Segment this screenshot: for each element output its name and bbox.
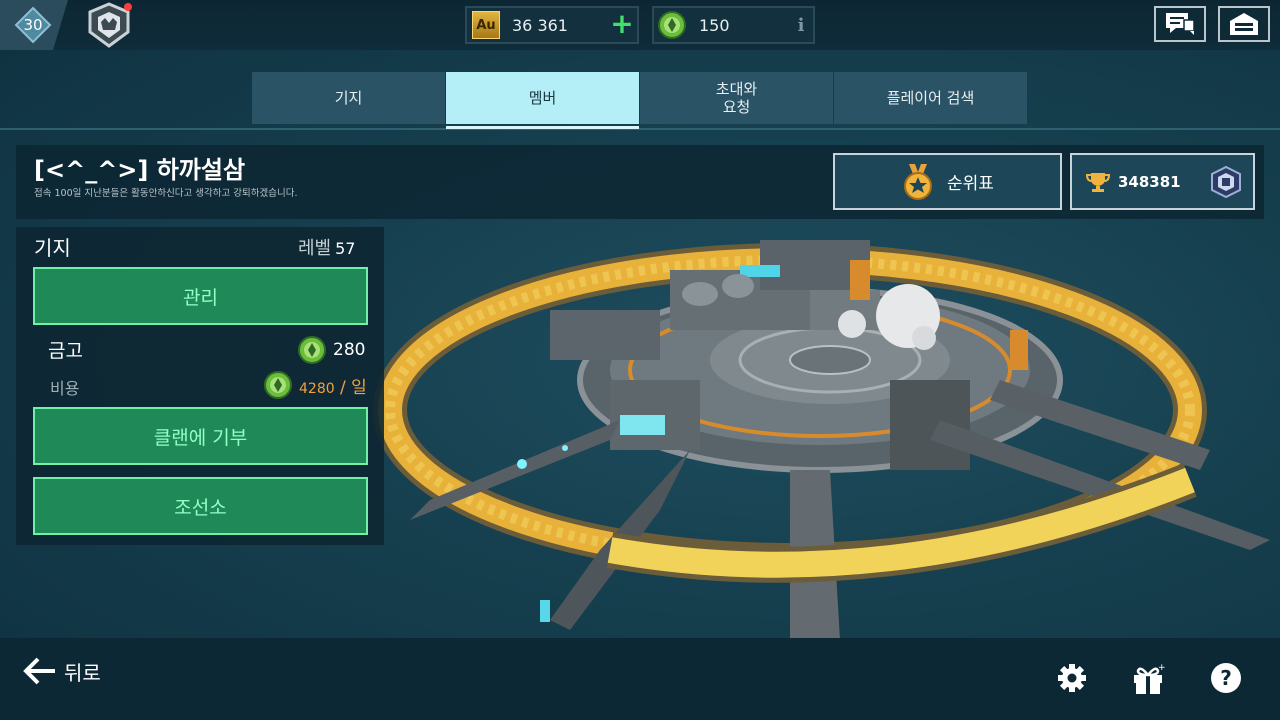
medal-icon (904, 163, 933, 200)
clan-name: [<^_^>] 하까설삼 (34, 156, 246, 184)
trophy-icon (1086, 172, 1110, 192)
top-bar (0, 0, 1280, 50)
manage-button[interactable]: 관리 (33, 267, 368, 325)
vault-label: 금고 (48, 340, 83, 362)
clan-token-icon (298, 336, 326, 364)
gift-icon: + (1134, 663, 1166, 694)
gold-value: 36 361 (512, 15, 568, 35)
gear-icon (1058, 664, 1086, 692)
tab-player-search[interactable]: 플레이어 검색 (834, 72, 1027, 124)
chat-icon (1166, 13, 1195, 35)
tab-invites-requests[interactable]: 초대와 요청 (640, 72, 833, 124)
tab-base[interactable]: 기지 (252, 72, 445, 124)
base-level-value: 57 (335, 239, 356, 258)
tab-members[interactable]: 멤버 (446, 72, 639, 124)
vault-amount: 280 (297, 335, 365, 365)
rank-emblem-icon[interactable] (84, 2, 134, 48)
donate-to-clan-button[interactable]: 클랜에 기부 (33, 407, 368, 465)
gift-button[interactable]: + (1130, 660, 1166, 696)
clan-token-icon (264, 371, 292, 399)
help-icon: ? (1211, 663, 1241, 693)
shipyard-button[interactable]: 조선소 (33, 477, 368, 535)
chat-button[interactable] (1154, 6, 1206, 42)
tab-divider (0, 128, 1280, 130)
clan-token-icon (658, 11, 686, 39)
arrow-left-icon (23, 657, 55, 685)
cost-value: 4280 (299, 380, 335, 397)
player-level: 30 (23, 16, 43, 34)
clan-trophy-score[interactable]: 348381 (1070, 153, 1255, 210)
info-icon[interactable]: i (789, 15, 813, 36)
cost-unit: / 일 (334, 377, 367, 398)
clan-base-station-art[interactable] (370, 220, 1280, 640)
base-panel-title: 기지 (34, 236, 71, 260)
back-button[interactable]: 뒤로 (22, 656, 101, 686)
plus-icon[interactable]: + (607, 10, 637, 40)
active-tab-indicator (446, 126, 639, 129)
hangar-button[interactable] (1218, 6, 1270, 42)
leaderboard-label: 순위표 (947, 174, 994, 194)
gold-counter: Au 36 361 + (465, 6, 639, 44)
base-level-label: 레벨 (298, 238, 332, 259)
cost-label: 비용 (50, 379, 80, 398)
clan-description: 접속 100일 지난분들은 활동안하신다고 생각하고 강퇴하겠습니다. (34, 188, 298, 199)
clan-token-counter: 150 i (652, 6, 815, 44)
league-badge-icon (1210, 165, 1241, 198)
base-level: 레벨 57 (298, 234, 355, 260)
svg-text:?: ? (1220, 666, 1232, 690)
trophy-value: 348381 (1118, 172, 1181, 191)
leaderboard-button[interactable]: 순위표 (833, 153, 1062, 210)
settings-button[interactable] (1054, 660, 1090, 696)
vault-value: 280 (333, 340, 366, 360)
back-label: 뒤로 (64, 660, 101, 685)
token-value: 150 (699, 15, 730, 35)
cost-amount: 4280 / 일 (263, 370, 367, 400)
hangar-icon (1230, 13, 1258, 35)
tab-bar: 기지 멤버 초대와 요청 플레이어 검색 (252, 72, 1028, 128)
help-button[interactable]: ? (1208, 660, 1244, 696)
gold-au-icon: Au (472, 11, 500, 39)
svg-text:+: + (1158, 663, 1166, 673)
